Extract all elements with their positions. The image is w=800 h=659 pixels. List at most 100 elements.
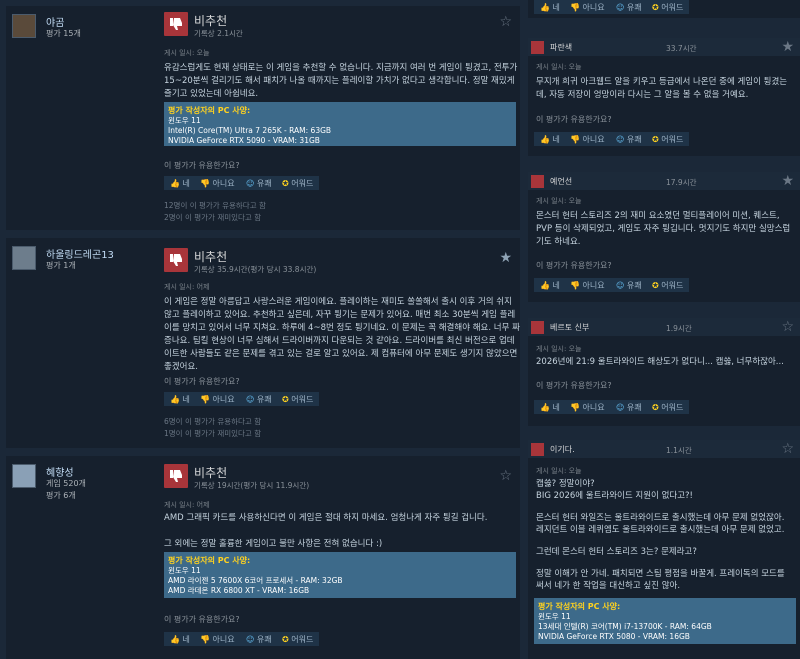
thumbs-down-icon [164, 464, 188, 488]
thumbs-down-icon: 👎 [570, 281, 583, 290]
button-label: 어워드 [661, 135, 684, 144]
review-verdict: 비추천 [194, 466, 228, 480]
button-label: 어워드 [661, 403, 684, 412]
button-label: 네 [552, 135, 560, 144]
reviewer-name[interactable]: 이기다. [550, 444, 575, 455]
award-button[interactable]: ✪ 어워드 [276, 392, 320, 406]
button-label: 유쾌 [626, 403, 642, 412]
reviewer-name[interactable]: 예언선 [550, 176, 572, 187]
avatar[interactable] [12, 246, 36, 270]
reviews-left-column: 야곰 평가 15개 비추천 기록상 2.1시간 ☆ 게시 일시: 오늘 유감스럽… [0, 0, 522, 659]
smile-icon: ☺ [616, 3, 627, 12]
smile-icon: ☺ [246, 635, 257, 644]
reviewer-name[interactable]: 하울링드레곤13 [46, 246, 114, 261]
reviewer-reviews[interactable]: 평가 6개 [46, 490, 76, 501]
review-line: 정말 이해가 안 가네. 패치되면 스팀 평점을 바꿀게. 프레이독의 모드를 [536, 569, 785, 579]
review-line: 유감스럽게도 현재 상태로는 이 게임을 추천할 수 없습니다. 지금까지 여러… [164, 63, 518, 73]
award-icon: ✪ [652, 3, 662, 12]
star-icon[interactable]: ☆ [499, 468, 512, 484]
button-label: 네 [552, 403, 560, 412]
playtime: 기록상 19시간(평가 당시 11.9시간) [194, 481, 310, 490]
award-icon: ✪ [652, 403, 662, 412]
review-content: 비추천 기록상 2.1시간 ☆ 게시 일시: 오늘 유감스럽게도 현재 상태로는… [162, 6, 520, 230]
review-card: 파란색 33.7시간 ★ 게시 일시: 오늘 무지개 희귀 아크웹드 알을 키우… [528, 38, 800, 156]
review-header: 예언선 17.9시간 ★ [528, 172, 800, 190]
thumbs-up-icon: 👍 [540, 3, 553, 12]
posted-date: 게시 일시: 어제 [164, 283, 210, 291]
vote-yes-button[interactable]: 👍 네 [534, 0, 566, 14]
vote-no-button[interactable]: 👎 아니요 [564, 132, 611, 146]
star-icon[interactable]: ★ [781, 173, 794, 189]
award-button[interactable]: ✪ 어워드 [646, 400, 690, 414]
pc-specs-heading: 평가 작성자의 PC 사양: [168, 106, 251, 115]
helpful-question: 이 평가가 유용한가요? [164, 615, 240, 624]
vote-yes-button[interactable]: 👍 네 [164, 176, 196, 190]
review-card: 야곰 평가 15개 비추천 기록상 2.1시간 ☆ 게시 일시: 오늘 유감스럽… [6, 6, 520, 230]
reviewer-name[interactable]: 혜향성 [46, 464, 74, 479]
vote-no-button[interactable]: 👎 아니요 [194, 392, 241, 406]
pc-spec-line: AMD 라이젠 5 7600X 6코어 프로세서 - RAM: 32GB [168, 576, 343, 585]
vote-yes-button[interactable]: 👍 네 [534, 278, 566, 292]
review-line [536, 502, 798, 512]
review-body: 이 게임은 정말 아름답고 사랑스러운 게임이에요. 플레이하는 재미도 쏠쏠해… [164, 296, 520, 374]
reviewer-name[interactable]: 베르토 신부 [550, 322, 589, 333]
vote-funny-button[interactable]: ☺ 유쾌 [240, 632, 278, 646]
avatar[interactable] [12, 14, 36, 38]
thumbs-down-icon: 👎 [200, 635, 213, 644]
vote-funny-button[interactable]: ☺ 유쾌 [610, 400, 648, 414]
avatar[interactable] [12, 464, 36, 488]
helpful-question: 이 평가가 유용한가요? [536, 381, 612, 390]
review-line [536, 558, 798, 568]
vote-no-button[interactable]: 👎 아니요 [194, 632, 241, 646]
award-button[interactable]: ✪ 어워드 [276, 632, 320, 646]
button-label: 네 [182, 395, 190, 404]
vote-funny-button[interactable]: ☺ 유쾌 [610, 132, 648, 146]
helpful-question: 이 평가가 유용한가요? [536, 261, 612, 270]
reviewer-name[interactable]: 파란색 [550, 42, 572, 53]
button-label: 네 [552, 281, 560, 290]
reviewer-games[interactable]: 게임 520개 [46, 478, 86, 489]
posted-date: 게시 일시: 오늘 [536, 63, 582, 71]
reviewer-name[interactable]: 야곰 [46, 14, 64, 29]
award-button[interactable]: ✪ 어워드 [646, 0, 690, 14]
vote-no-button[interactable]: 👎 아니요 [564, 278, 611, 292]
thumbs-down-icon: 👎 [570, 135, 583, 144]
pc-specs-heading: 평가 작성자의 PC 사양: [168, 556, 251, 565]
vote-yes-button[interactable]: 👍 네 [534, 132, 566, 146]
review-line: 무지개 희귀 아크웹드 알을 키우고 등급에서 나온던 중에 게임이 튕겼는 [536, 77, 788, 87]
award-button[interactable]: ✪ 어워드 [276, 176, 320, 190]
button-label: 아니요 [582, 135, 605, 144]
playtime: 33.7시간 [666, 44, 697, 53]
vote-no-button[interactable]: 👎 아니요 [194, 176, 241, 190]
award-button[interactable]: ✪ 어워드 [646, 278, 690, 292]
star-icon[interactable]: ★ [499, 250, 512, 266]
playtime: 기록상 2.1시간 [194, 29, 243, 38]
vote-yes-button[interactable]: 👍 네 [164, 632, 196, 646]
pc-specs: 평가 작성자의 PC 사양: 윈도우 11 AMD 라이젠 5 7600X 6코… [164, 552, 516, 598]
button-label: 아니요 [582, 3, 605, 12]
vote-funny-button[interactable]: ☺ 유쾌 [240, 392, 278, 406]
vote-yes-button[interactable]: 👍 네 [164, 392, 196, 406]
star-icon[interactable]: ☆ [499, 14, 512, 30]
star-icon[interactable]: ★ [781, 39, 794, 55]
reviewer-games: 평가 15개 [46, 29, 81, 38]
vote-funny-button[interactable]: ☺ 유쾌 [610, 278, 648, 292]
vote-funny-button[interactable]: ☺ 유쾌 [610, 0, 648, 14]
award-button[interactable]: ✪ 어워드 [646, 132, 690, 146]
star-icon[interactable]: ☆ [781, 319, 794, 335]
pc-spec-line: NVIDIA GeForce RTX 5090 - VRAM: 31GB [168, 136, 320, 145]
review-header: 베르토 신부 1.9시간 ☆ [528, 318, 800, 336]
review-line: 2026년에 21:9 울트라와이드 해상도가 없다니... 캡쓿, 너무하잖아… [536, 357, 784, 367]
button-label: 어워드 [661, 3, 684, 12]
review-card: 예언선 17.9시간 ★ 게시 일시: 오늘 몬스터 헌터 스토리즈 2의 재미… [528, 172, 800, 302]
helpful-count: 12명이 이 평가가 유용하다고 함 [164, 201, 266, 210]
vote-funny-button[interactable]: ☺ 유쾌 [240, 176, 278, 190]
review-body: 무지개 희귀 아크웹드 알을 키우고 등급에서 나온던 중에 게임이 튕겼는 데… [536, 76, 794, 102]
star-icon[interactable]: ☆ [781, 441, 794, 457]
vote-yes-button[interactable]: 👍 네 [534, 400, 566, 414]
posted-date: 게시 일시: 오늘 [536, 467, 582, 475]
review-line: 레지던트 이블 레퀴엠도 울트라와이드로 출시했는데 아무 문제 없었고. [536, 525, 785, 535]
vote-no-button[interactable]: 👎 아니요 [564, 0, 611, 14]
vote-no-button[interactable]: 👎 아니요 [564, 400, 611, 414]
smile-icon: ☺ [616, 135, 627, 144]
